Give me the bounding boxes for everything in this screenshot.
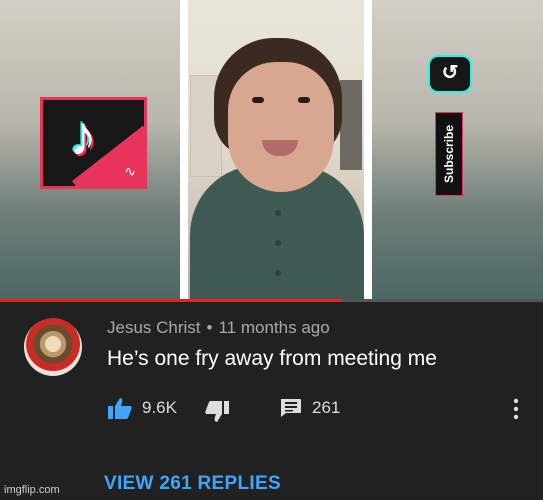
comment-time[interactable]: 11 months ago	[218, 318, 329, 337]
video-progress-fill	[0, 299, 343, 302]
subscribe-tag: Subscribe	[435, 112, 463, 196]
shirt-button	[275, 210, 281, 216]
comment-meta: Jesus Christ • 11 months ago	[107, 318, 330, 338]
shirt-button	[275, 240, 281, 246]
reply-count: 261	[312, 398, 341, 417]
shirt-button	[275, 270, 281, 276]
like-count: 9.6K	[142, 398, 177, 417]
background-shelf	[340, 80, 362, 170]
video-progress-bar[interactable]	[0, 299, 543, 302]
comment-author[interactable]: Jesus Christ	[107, 318, 201, 337]
video-player[interactable]: ♪ ∿ ↺ Subscribe	[0, 0, 543, 302]
reply-icon[interactable]	[280, 398, 302, 418]
subscribe-app-icon: ↺	[428, 55, 472, 93]
person-eye	[298, 97, 310, 103]
tiktok-logo-icon: ♪ ∿	[40, 97, 147, 189]
video-divider	[180, 0, 188, 302]
avatar[interactable]	[24, 318, 82, 376]
meta-separator: •	[206, 318, 213, 337]
subscribe-label: Subscribe	[442, 124, 456, 184]
person-face	[228, 62, 334, 192]
view-replies-link[interactable]: VIEW 261 REPLIES	[104, 473, 281, 495]
dislike-icon[interactable]	[205, 401, 229, 423]
watermark: imgflip.com	[4, 484, 60, 496]
comment-text: He’s one fry away from meeting me	[107, 347, 437, 370]
more-options-icon[interactable]	[512, 398, 520, 420]
like-icon[interactable]	[108, 397, 132, 419]
person-eye	[252, 97, 264, 103]
video-divider	[364, 0, 372, 302]
